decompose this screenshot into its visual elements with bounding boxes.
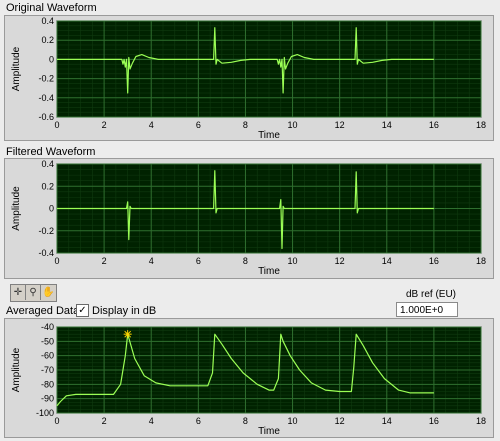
x-tick-label: 12 [335,120,345,130]
y-tick-label: 0.2 [41,181,54,191]
graph-title-filtered: Filtered Waveform [6,146,96,158]
x-tick-label: 18 [476,120,486,130]
y-tick-label: -0.4 [38,93,54,103]
averaged-data-graph: 0 2 4 6 8 10 12 14 16 18 -40 -50 -60 -70 -80 -90 -100 Tim… [4,318,494,438]
graph-palette: ✛ ⚲ ✋ [10,284,57,302]
y-axis-label: Amplitude [11,186,22,231]
y-tick-label: -70 [41,365,54,375]
pan-hand-icon[interactable]: ✋ [41,285,56,300]
original-waveform-graph: 0 2 4 6 8 10 12 14 16 18 0.4 0.2 0 -0.2 -0.4 -0.6 Time Am… [4,15,494,141]
y-tick-label: -0.2 [38,74,54,84]
x-tick-label: 14 [382,120,392,130]
x-tick-label: 10 [288,416,298,426]
graph-title-averaged: Averaged Data [6,305,80,317]
y-axis-label: Amplitude [11,46,22,91]
x-tick-label: 0 [54,256,59,266]
x-tick-label: 6 [196,256,201,266]
graph-title-original: Original Waveform [6,2,97,14]
y-tick-label: -100 [36,408,54,418]
x-axis-label: Time [258,130,280,140]
filtered-waveform-graph: 0 2 4 6 8 10 12 14 16 18 0.4 0.2 0 -0.2 -0.4 Time Amplit… [4,158,494,279]
averaged-data-plot[interactable]: 0 2 4 6 8 10 12 14 16 18 -40 -50 -60 -70 -80 -90 -100 Tim… [5,319,493,437]
x-tick-label: 8 [243,120,248,130]
cursor-move-icon[interactable]: ✛ [11,285,26,300]
x-tick-label: 2 [102,416,107,426]
x-axis-label: Time [258,426,280,437]
x-tick-label: 16 [429,256,439,266]
x-tick-label: 10 [288,256,298,266]
y-tick-label: -50 [41,336,54,346]
y-tick-label: -0.2 [38,226,54,236]
y-tick-label: 0 [49,204,54,214]
y-tick-label: 0.2 [41,35,54,45]
x-tick-label: 16 [429,416,439,426]
y-tick-label: 0.4 [41,159,54,169]
display-in-db-toggle[interactable]: ✓ Display in dB [76,304,156,317]
x-tick-label: 2 [102,120,107,130]
x-tick-label: 8 [243,256,248,266]
filtered-waveform-plot[interactable]: 0 2 4 6 8 10 12 14 16 18 0.4 0.2 0 -0.2 -0.4 Time Amplit… [5,159,493,278]
y-tick-label: -60 [41,351,54,361]
x-tick-label: 12 [335,256,345,266]
x-tick-label: 2 [102,256,107,266]
x-tick-label: 8 [243,416,248,426]
y-axis-label: Amplitude [11,347,22,392]
x-tick-label: 18 [476,416,486,426]
x-tick-label: 4 [149,256,154,266]
y-tick-label: -90 [41,394,54,404]
original-waveform-plot[interactable]: 0 2 4 6 8 10 12 14 16 18 0.4 0.2 0 -0.2 -0.4 -0.6 Time Am… [5,16,493,140]
y-tick-label: 0.4 [41,16,54,26]
y-tick-label: -40 [41,322,54,332]
display-in-db-label: Display in dB [92,304,157,317]
x-axis-label: Time [258,266,280,277]
x-tick-label: 12 [335,416,345,426]
x-tick-label: 0 [54,120,59,130]
y-tick-label: -0.6 [38,112,54,122]
y-tick-label: -80 [41,379,54,389]
x-tick-label: 6 [196,416,201,426]
zoom-icon[interactable]: ⚲ [26,285,41,300]
db-ref-label: dB ref (EU) [406,289,457,300]
x-tick-label: 4 [149,416,154,426]
x-tick-label: 16 [429,120,439,130]
y-tick-label: 0 [49,54,54,64]
x-tick-label: 4 [149,120,154,130]
db-ref-input[interactable]: 1.000E+0 [396,302,458,317]
x-tick-label: 18 [476,256,486,266]
x-tick-label: 14 [382,416,392,426]
x-tick-label: 14 [382,256,392,266]
cursor-marker[interactable] [123,330,132,339]
y-tick-label: -0.4 [38,248,54,258]
x-tick-label: 6 [196,120,201,130]
x-tick-label: 0 [54,416,59,426]
display-in-db-checkbox[interactable]: ✓ [76,304,89,317]
x-tick-label: 10 [288,120,298,130]
